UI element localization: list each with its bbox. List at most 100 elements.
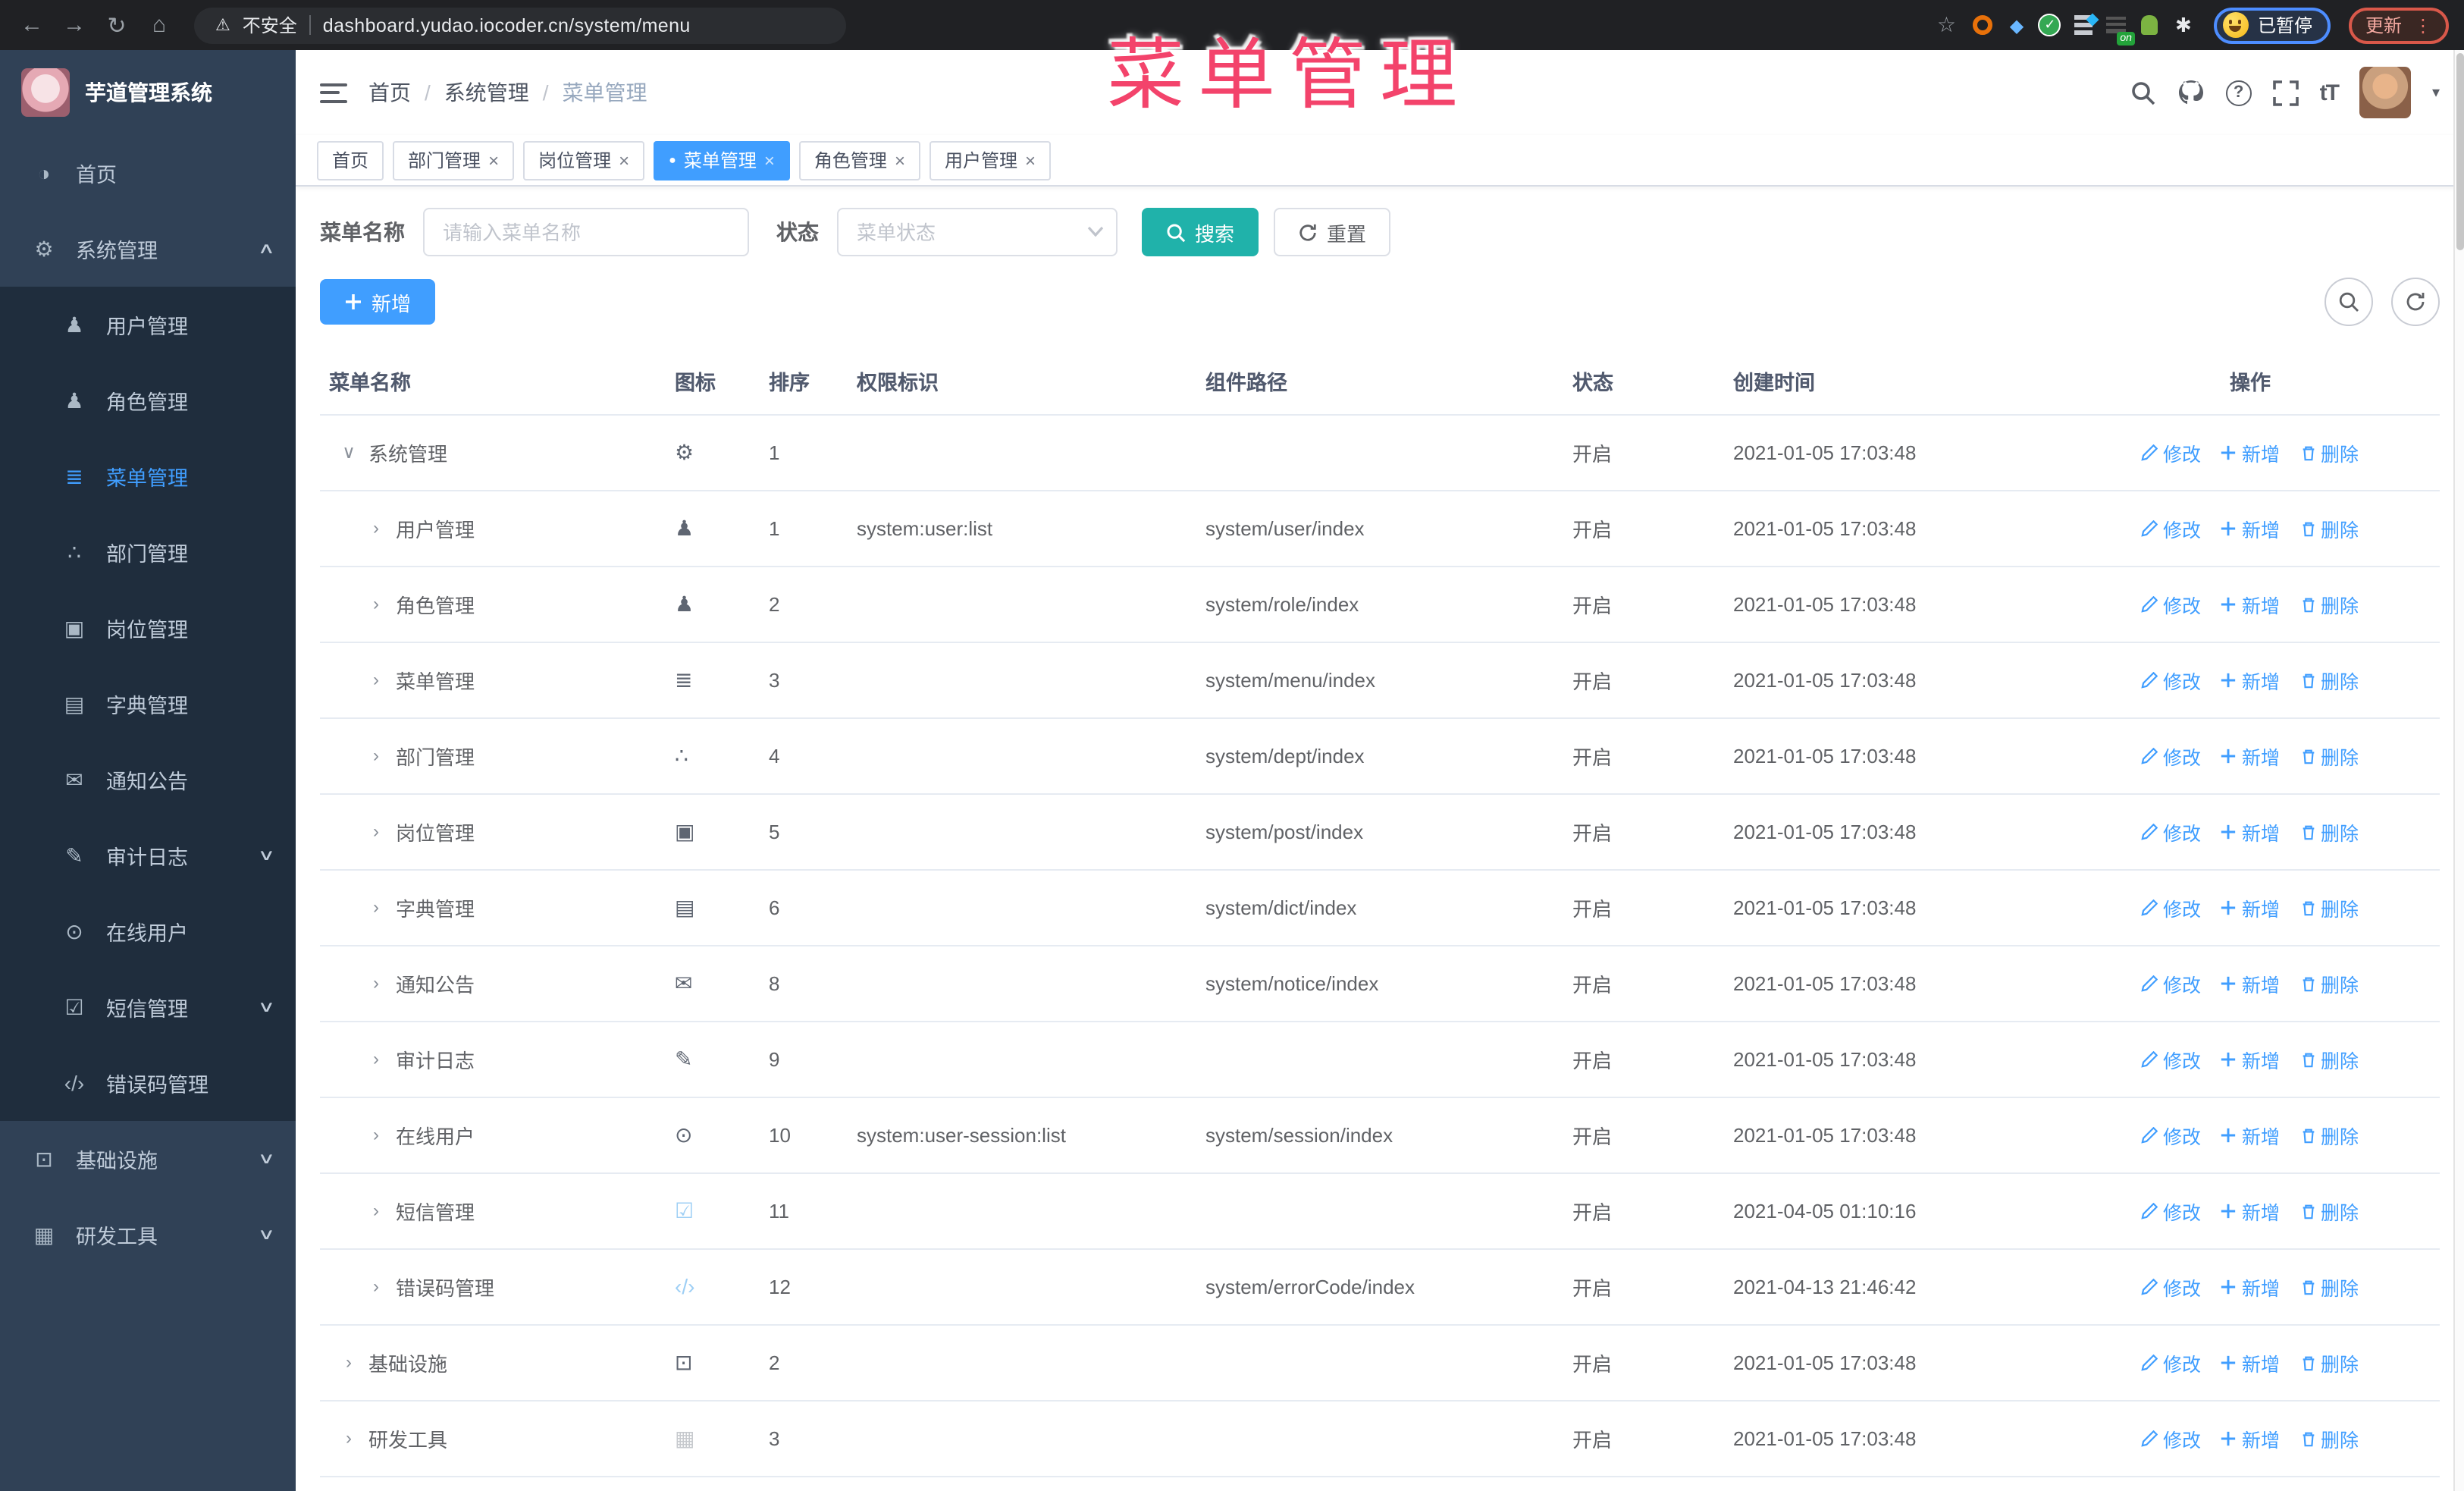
extensions-puzzle-icon[interactable]: ✱ (2171, 13, 2196, 37)
add-child-link[interactable]: 新增 (2221, 589, 2280, 618)
edit-link[interactable]: 修改 (2142, 1348, 2201, 1376)
help-icon[interactable]: ? (2225, 80, 2252, 105)
tab-close-icon[interactable]: × (619, 151, 629, 169)
extension-gem-icon[interactable]: ◆ (2005, 13, 2029, 37)
add-child-link[interactable]: 新增 (2221, 438, 2280, 466)
delete-link[interactable]: 删除 (2299, 1044, 2359, 1073)
view-tab[interactable]: 首页 (317, 140, 384, 180)
expand-arrow-icon[interactable]: › (367, 1124, 385, 1145)
app-logo[interactable]: 芋道管理系统 (0, 50, 296, 135)
add-child-link[interactable]: 新增 (2221, 1272, 2280, 1301)
add-button[interactable]: 新增 (320, 279, 436, 325)
refresh-button[interactable] (2391, 278, 2440, 326)
address-bar[interactable]: ⚠ 不安全 dashboard.yudao.iocoder.cn/system/… (194, 7, 846, 43)
edit-link[interactable]: 修改 (2142, 817, 2201, 846)
sidebar-item[interactable]: ♟ 用户管理 (0, 287, 296, 363)
sidebar-item[interactable]: ♟ 角色管理 (0, 363, 296, 438)
breadcrumb-item[interactable]: 系统管理 (444, 77, 529, 108)
edit-link[interactable]: 修改 (2142, 741, 2201, 770)
add-child-link[interactable]: 新增 (2221, 893, 2280, 921)
view-tab[interactable]: 岗位管理 × (523, 140, 645, 180)
add-child-link[interactable]: 新增 (2221, 513, 2280, 542)
sidebar-item[interactable]: ✉ 通知公告 (0, 742, 296, 818)
search-button[interactable]: 搜索 (1142, 208, 1259, 256)
delete-link[interactable]: 删除 (2299, 1120, 2359, 1149)
extension-list-on-icon[interactable]: on (2105, 13, 2135, 45)
expand-arrow-icon[interactable]: › (367, 517, 385, 538)
expand-arrow-icon[interactable]: ∨ (340, 441, 358, 463)
breadcrumb-item[interactable]: 首页 (368, 77, 411, 108)
expand-arrow-icon[interactable]: › (367, 669, 385, 690)
view-tab[interactable]: 角色管理 × (798, 140, 920, 180)
edit-link[interactable]: 修改 (2142, 893, 2201, 921)
expand-arrow-icon[interactable]: › (367, 1048, 385, 1069)
add-child-link[interactable]: 新增 (2221, 817, 2280, 846)
sidebar-item[interactable]: ⊙ 在线用户 (0, 893, 296, 969)
add-child-link[interactable]: 新增 (2221, 1044, 2280, 1073)
sidebar-item[interactable]: ▦ 研发工具 ∨ (0, 1197, 296, 1273)
tab-close-icon[interactable]: × (488, 151, 499, 169)
bookmark-star-icon[interactable]: ☆ (1937, 12, 1956, 38)
sidebar-item[interactable]: ◑ 首页 (0, 135, 296, 211)
fullscreen-icon[interactable] (2272, 80, 2299, 105)
delete-link[interactable]: 删除 (2299, 1196, 2359, 1225)
sidebar-item[interactable]: ⊡ 基础设施 ∨ (0, 1121, 296, 1197)
edit-link[interactable]: 修改 (2142, 1196, 2201, 1225)
tab-close-icon[interactable]: × (1025, 151, 1036, 169)
browser-home-icon[interactable]: ⌂ (143, 12, 176, 38)
browser-back-icon[interactable]: ← (15, 12, 49, 38)
browser-reload-icon[interactable]: ↻ (100, 11, 133, 39)
extension-person-icon[interactable] (2138, 13, 2162, 37)
delete-link[interactable]: 删除 (2299, 589, 2359, 618)
tab-close-icon[interactable]: × (895, 151, 905, 169)
search-icon[interactable] (2130, 80, 2156, 105)
edit-link[interactable]: 修改 (2142, 665, 2201, 694)
delete-link[interactable]: 删除 (2299, 817, 2359, 846)
view-tab[interactable]: ● 菜单管理 × (654, 140, 790, 180)
expand-arrow-icon[interactable]: › (367, 896, 385, 918)
sidebar-item[interactable]: ∴ 部门管理 (0, 514, 296, 590)
edit-link[interactable]: 修改 (2142, 438, 2201, 466)
edit-link[interactable]: 修改 (2142, 1272, 2201, 1301)
delete-link[interactable]: 删除 (2299, 1272, 2359, 1301)
edit-link[interactable]: 修改 (2142, 1044, 2201, 1073)
hamburger-icon[interactable] (320, 83, 347, 102)
expand-arrow-icon[interactable]: › (367, 972, 385, 993)
extension-green-check-icon[interactable]: ✓ (2038, 13, 2062, 37)
window-scrollbar[interactable] (2453, 50, 2464, 1491)
delete-link[interactable]: 删除 (2299, 1348, 2359, 1376)
sidebar-item[interactable]: ‹/› 错误码管理 (0, 1045, 296, 1121)
user-avatar[interactable] (2359, 67, 2411, 118)
sidebar-item[interactable]: ✎ 审计日志 ∨ (0, 818, 296, 893)
sidebar-item[interactable]: ▤ 字典管理 (0, 666, 296, 742)
github-icon[interactable] (2177, 79, 2205, 106)
expand-arrow-icon[interactable]: › (367, 821, 385, 842)
extension-sliders-icon[interactable] (2071, 13, 2099, 37)
show-search-button[interactable] (2324, 278, 2373, 326)
delete-link[interactable]: 删除 (2299, 513, 2359, 542)
add-child-link[interactable]: 新增 (2221, 1120, 2280, 1149)
view-tab[interactable]: 用户管理 × (929, 140, 1052, 180)
browser-forward-icon[interactable]: → (58, 12, 91, 38)
sidebar-item[interactable]: ▣ 岗位管理 (0, 590, 296, 666)
add-child-link[interactable]: 新增 (2221, 1424, 2280, 1452)
browser-update-button[interactable]: 更新 ⋮ (2348, 7, 2449, 43)
add-child-link[interactable]: 新增 (2221, 665, 2280, 694)
expand-arrow-icon[interactable]: › (367, 745, 385, 766)
sidebar-item[interactable]: ☑ 短信管理 ∨ (0, 969, 296, 1045)
edit-link[interactable]: 修改 (2142, 1120, 2201, 1149)
delete-link[interactable]: 删除 (2299, 665, 2359, 694)
sidebar-item[interactable]: ⚙ 系统管理 ∧ (0, 211, 296, 287)
expand-arrow-icon[interactable]: › (367, 1276, 385, 1297)
reset-button[interactable]: 重置 (1274, 208, 1391, 256)
expand-arrow-icon[interactable]: › (340, 1351, 358, 1373)
menu-name-input[interactable] (423, 208, 749, 256)
edit-link[interactable]: 修改 (2142, 513, 2201, 542)
edit-link[interactable]: 修改 (2142, 1424, 2201, 1452)
expand-arrow-icon[interactable]: › (340, 1427, 358, 1449)
status-select[interactable] (837, 208, 1118, 256)
font-size-icon[interactable]: tT (2320, 80, 2340, 105)
add-child-link[interactable]: 新增 (2221, 1196, 2280, 1225)
avatar-caret-icon[interactable]: ▾ (2432, 84, 2440, 101)
expand-arrow-icon[interactable]: › (367, 1200, 385, 1221)
